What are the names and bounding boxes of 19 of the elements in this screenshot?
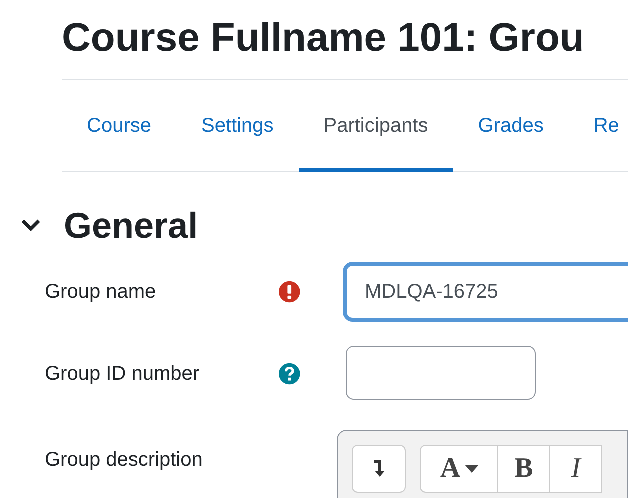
font-button[interactable]: A [420, 445, 498, 493]
text-field[interactable]: MDLQA-16725 [343, 262, 628, 322]
bold-button[interactable]: B [498, 445, 550, 493]
section-title: General [64, 204, 198, 248]
field-label: Group description [45, 448, 204, 473]
caret-icon [464, 465, 479, 473]
nav-tab[interactable]: Participants [298, 80, 454, 172]
field-label: Group name [45, 280, 158, 305]
nav-tab[interactable]: Re [568, 80, 628, 172]
nav-tab[interactable]: Course [62, 80, 176, 172]
page-title: Course Fullname 101: Grou [62, 15, 584, 62]
collapse-toolbar-button[interactable] [352, 445, 406, 493]
italic-button[interactable]: I [550, 445, 602, 493]
field-label: Group ID number [45, 362, 201, 387]
nav-tab[interactable]: Settings [176, 80, 299, 172]
text-field[interactable] [346, 346, 536, 400]
nav-tab[interactable]: Grades [453, 80, 569, 172]
help-icon[interactable] [278, 363, 300, 385]
arrow-down-icon [372, 460, 386, 478]
